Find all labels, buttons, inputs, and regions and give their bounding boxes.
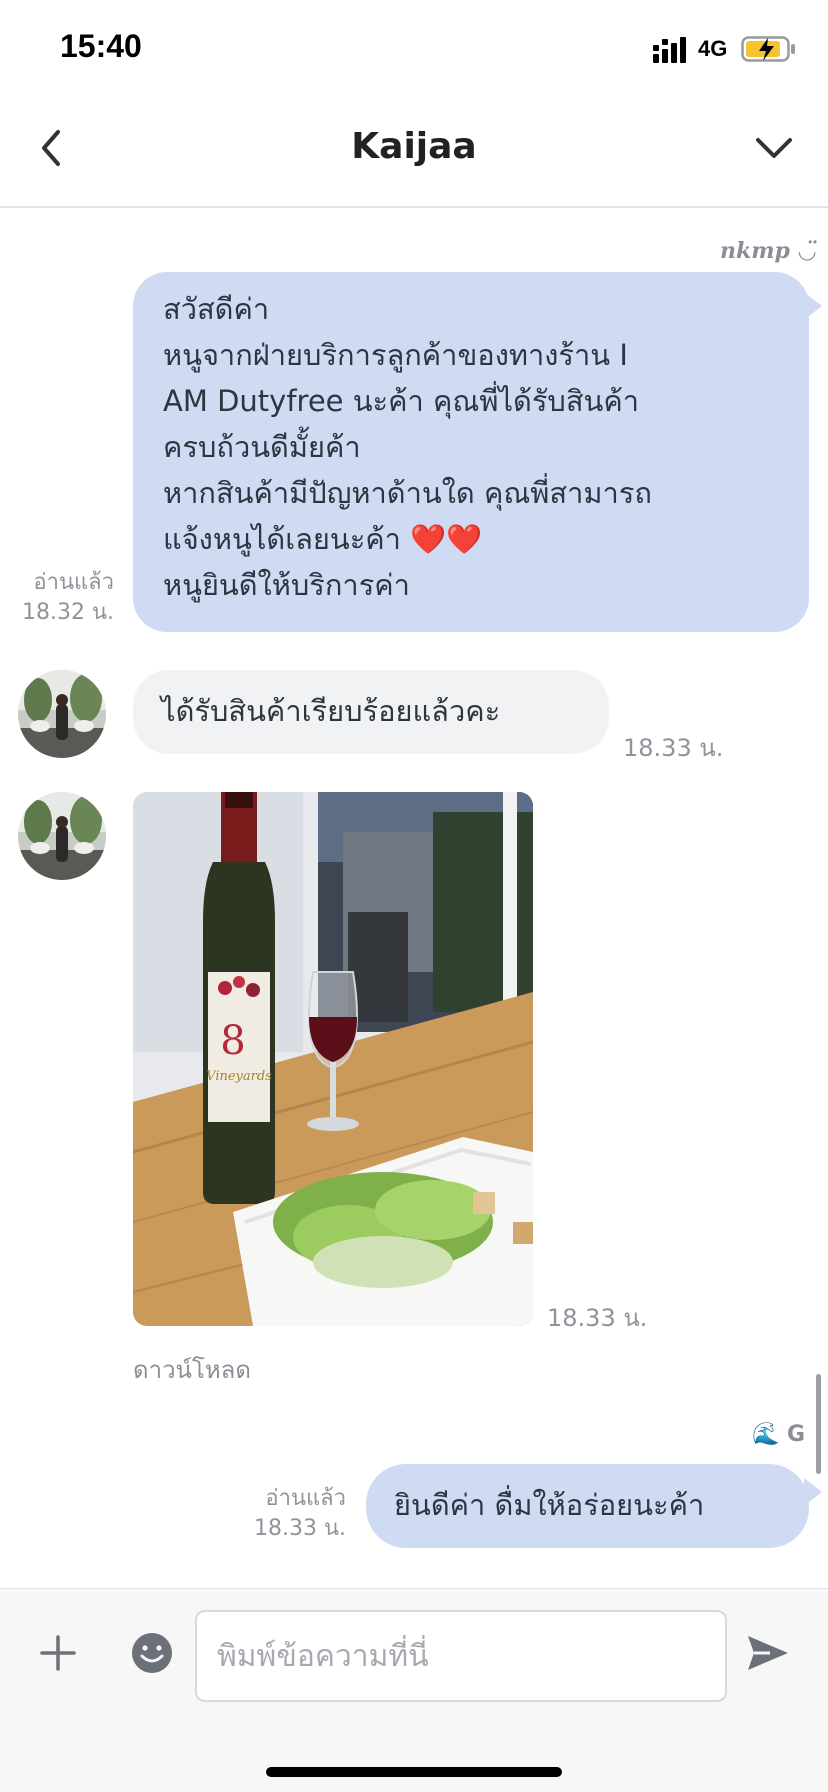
status-time: 15:40: [60, 28, 142, 64]
avatar[interactable]: [18, 792, 106, 880]
message-time: 18.33 น.: [253, 1516, 346, 1541]
chat-title: Kaijaa: [351, 126, 477, 167]
emoji-icon[interactable]: [130, 1631, 174, 1675]
outgoing-message-bubble[interactable]: ยินดีค่า ดื่มให้อร่อยนะค้า: [366, 1464, 809, 1548]
message-list[interactable]: nkmp ◡̈ สวัสดีค่า หนูจากฝ่ายบริการลูกค้า…: [0, 208, 828, 1588]
send-icon[interactable]: [746, 1633, 790, 1673]
read-label: อ่านแล้ว: [265, 1486, 346, 1511]
plus-icon[interactable]: [38, 1633, 78, 1673]
chat-screen: 15:40 4G Kaijaa nkmp ◡̈ สวัสดีค่า หนูจาก…: [0, 0, 828, 1792]
menu-chevron-down-icon[interactable]: [752, 132, 796, 164]
read-receipt: อ่านแล้ว 18.33 น.: [230, 1484, 346, 1544]
status-bar: 15:40 4G: [0, 0, 828, 96]
bottle-label-number: 8: [220, 1018, 245, 1064]
sender-tag: nkmp ◡̈: [720, 238, 817, 264]
home-indicator: [266, 1767, 562, 1777]
incoming-message-bubble[interactable]: ได้รับสินค้าเรียบร้อยแล้วคะ: [133, 670, 609, 754]
network-label: 4G: [698, 36, 728, 61]
avatar[interactable]: [18, 670, 106, 758]
message-time: 18.32 น.: [21, 600, 114, 625]
bubble-tail: [804, 292, 822, 320]
battery-charging-icon: [741, 36, 795, 62]
bubble-tail: [804, 1478, 822, 1506]
scrollbar[interactable]: [816, 1374, 821, 1474]
message-input[interactable]: [195, 1610, 727, 1702]
read-label: อ่านแล้ว: [33, 570, 114, 595]
wine-bottle-and-salad-photo[interactable]: 8 Vineyards: [133, 792, 533, 1326]
signal-icon: [653, 37, 686, 63]
download-link[interactable]: ดาวน์โหลด: [133, 1350, 251, 1389]
message-composer: [0, 1588, 828, 1792]
read-receipt: อ่านแล้ว 18.32 น.: [8, 568, 114, 628]
message-time: 18.33 น.: [623, 734, 724, 762]
bottle-label-brand: Vineyards: [206, 1069, 272, 1084]
chat-header: Kaijaa: [0, 96, 828, 208]
message-time: 18.33 น.: [547, 1304, 648, 1332]
outgoing-message-bubble[interactable]: สวัสดีค่า หนูจากฝ่ายบริการลูกค้าของทางร้…: [133, 272, 809, 632]
sender-tag: 🌊 G: [752, 1422, 806, 1447]
